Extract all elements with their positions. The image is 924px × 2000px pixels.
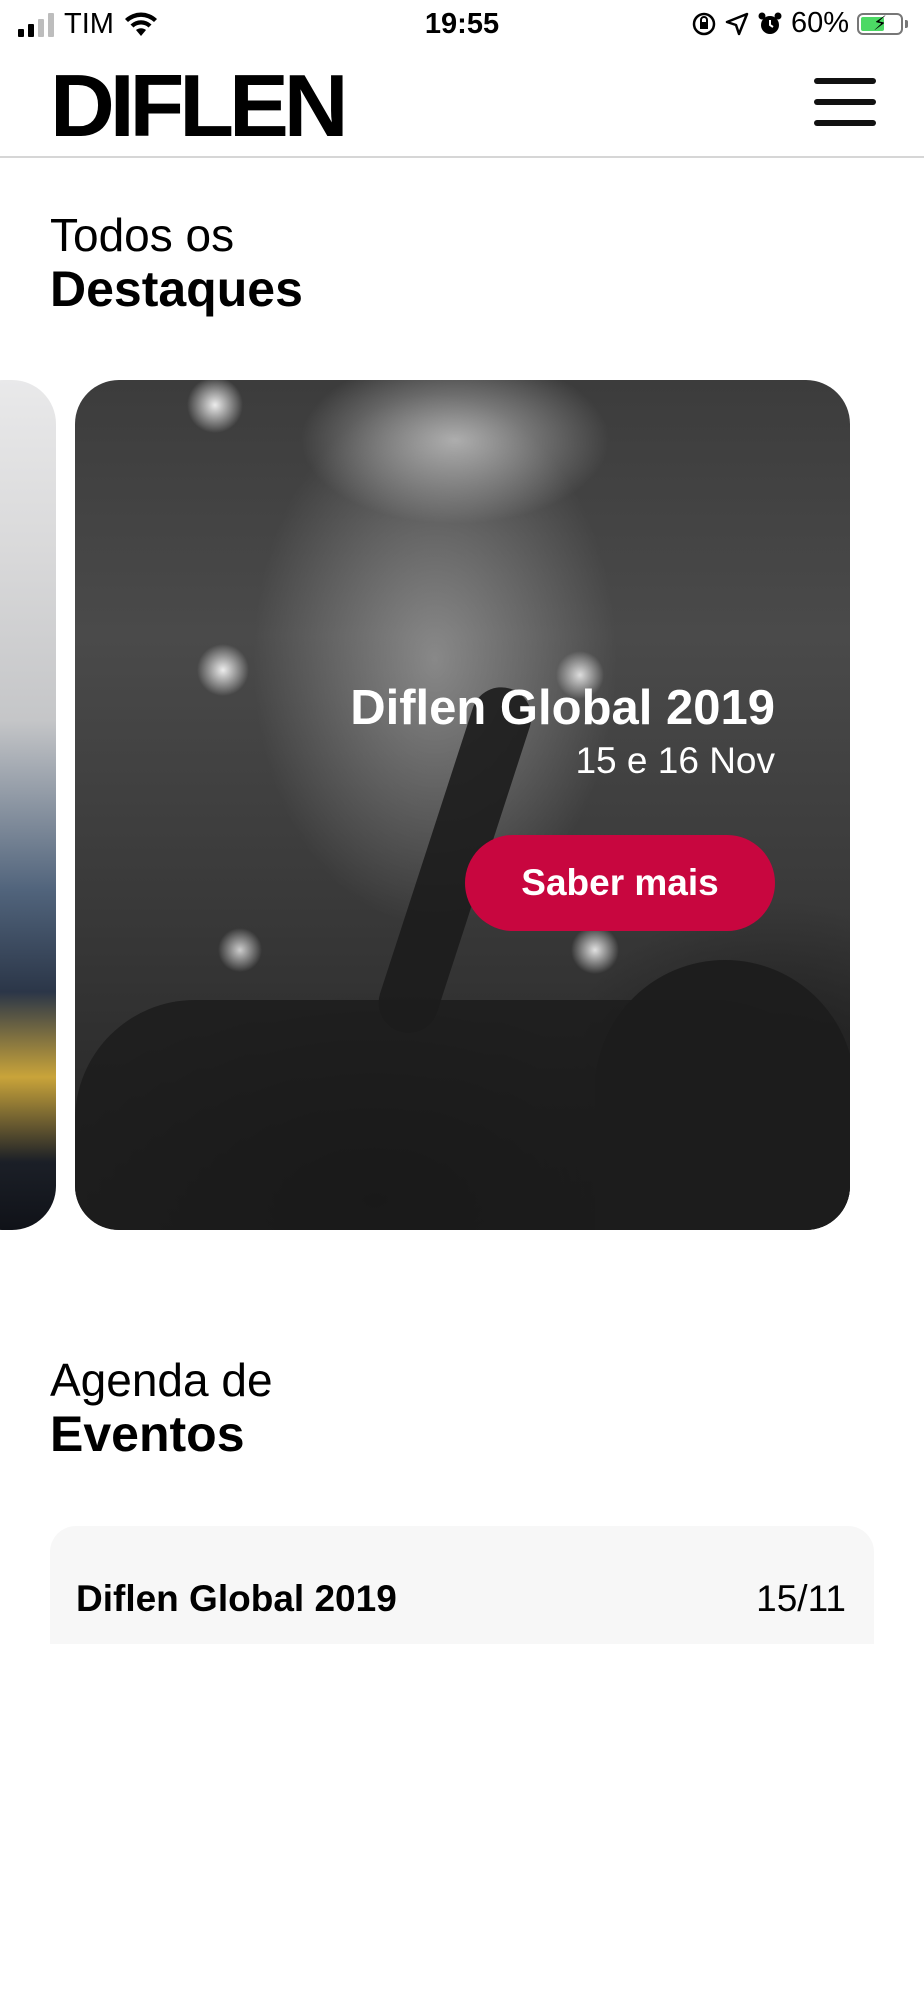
hamburger-menu-icon[interactable] — [814, 78, 876, 126]
crowd-head — [595, 960, 850, 1230]
status-bar: TIM 19:55 60% ⚡ — [0, 0, 924, 50]
highlight-card-title: Diflen Global 2019 — [350, 681, 775, 735]
highlight-card[interactable]: Diflen Global 2019 15 e 16 Nov Saber mai… — [75, 380, 850, 1230]
orientation-lock-icon — [692, 12, 716, 35]
saber-mais-button[interactable]: Saber mais — [465, 835, 775, 931]
events-title-light: Agenda de — [50, 1354, 273, 1406]
app-header: DIFLEN — [0, 50, 924, 158]
event-date: 15/11 — [756, 1578, 846, 1619]
location-icon — [725, 12, 749, 35]
battery-percent: 60% — [790, 7, 849, 39]
status-bar-right: 60% ⚡ — [691, 7, 908, 40]
highlight-card-date: 15 e 16 Nov — [575, 740, 775, 781]
highlights-carousel[interactable]: Diflen Global 2019 15 e 16 Nov Saber mai… — [0, 380, 924, 1230]
event-name: Diflen Global 2019 — [76, 1578, 397, 1619]
highlights-heading: Todos os Destaques — [50, 210, 303, 318]
highlights-title-bold: Destaques — [50, 260, 303, 317]
battery-cap — [905, 19, 908, 28]
battery-icon: ⚡ — [857, 12, 903, 35]
highlight-card-previous[interactable] — [0, 380, 56, 1230]
events-title-bold: Eventos — [50, 1405, 245, 1462]
event-list-item[interactable]: Diflen Global 2019 15/11 — [50, 1526, 874, 1644]
alarm-icon — [758, 12, 782, 34]
app-logo[interactable]: DIFLEN — [50, 62, 349, 150]
highlights-title-light: Todos os — [50, 209, 235, 261]
events-heading: Agenda de Eventos — [50, 1355, 273, 1463]
